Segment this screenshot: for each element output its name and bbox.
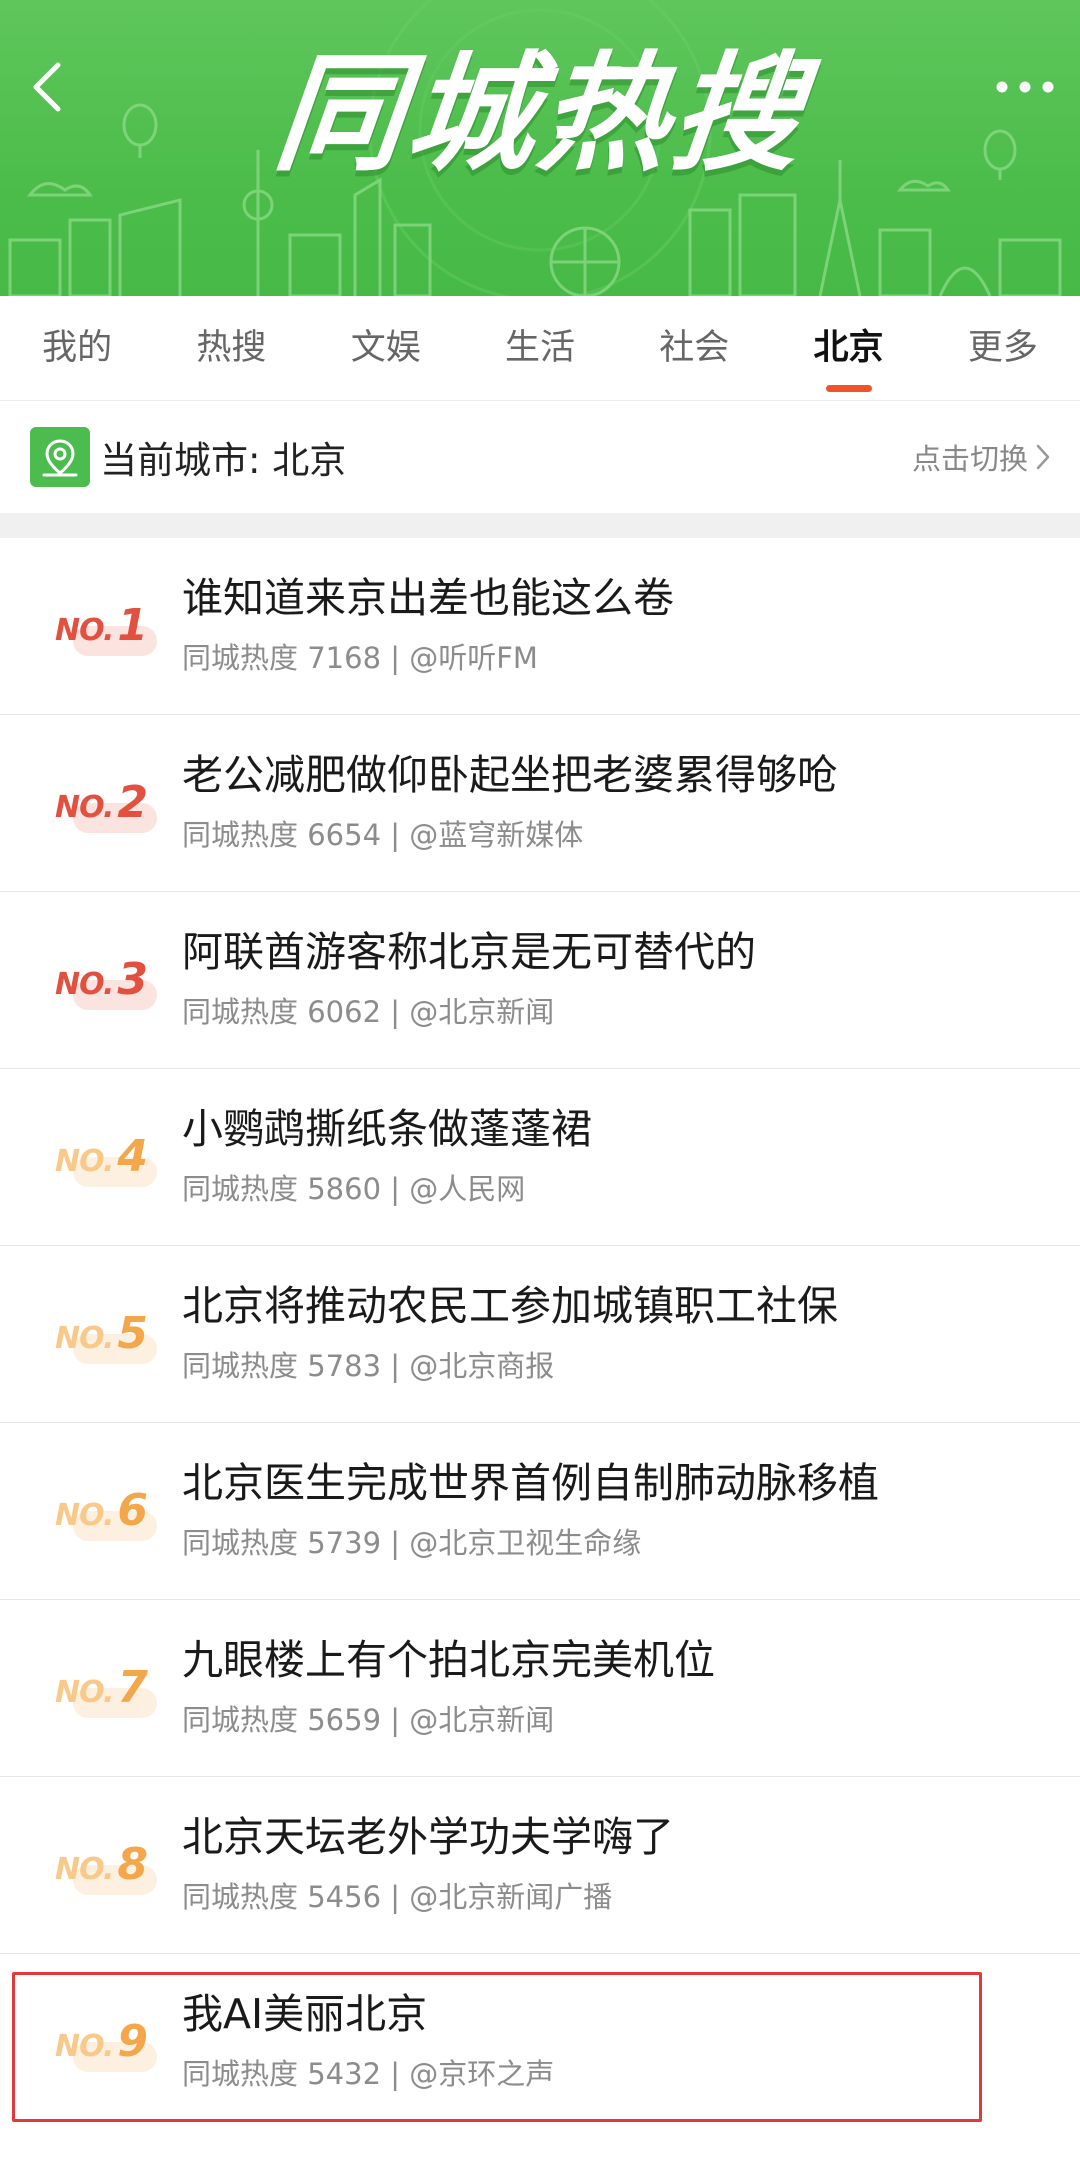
tab-entertainment[interactable]: 文娱 (309, 296, 463, 400)
item-title: 小鹦鹉撕纸条做蓬蓬裙 (182, 1105, 592, 1153)
list-item[interactable]: NO.3 阿联酋游客称北京是无可替代的 同城热度 6062 | @北京新闻 (0, 892, 1080, 1069)
tab-mine[interactable]: 我的 (0, 296, 154, 400)
list-item[interactable]: NO.1 谁知道来京出差也能这么卷 同城热度 7168 | @听听FM (0, 538, 1080, 715)
more-dots-icon (996, 81, 1054, 93)
category-tabs: 我的 热搜 文娱 生活 社会 北京 更多 (0, 296, 1080, 401)
rank-badge: NO.1 (55, 596, 157, 660)
more-button[interactable] (990, 62, 1060, 112)
item-title: 北京天坛老外学功夫学嗨了 (182, 1813, 674, 1861)
tab-hot[interactable]: 热搜 (154, 296, 308, 400)
item-title: 谁知道来京出差也能这么卷 (182, 574, 674, 622)
rank-badge: NO.4 (55, 1127, 157, 1191)
item-title: 九眼楼上有个拍北京完美机位 (182, 1636, 715, 1684)
rank-badge: NO.5 (55, 1304, 157, 1368)
tab-life[interactable]: 生活 (463, 296, 617, 400)
current-city-label: 当前城市: 北京 (100, 439, 347, 482)
location-pin-icon (30, 427, 90, 487)
current-city-bar: 当前城市: 北京 点击切换 (0, 401, 1080, 513)
list-item[interactable]: NO.8 北京天坛老外学功夫学嗨了 同城热度 5456 | @北京新闻广播 (0, 1777, 1080, 1954)
tab-society[interactable]: 社会 (617, 296, 771, 400)
chevron-right-icon (1036, 444, 1050, 470)
item-title: 北京将推动农民工参加城镇职工社保 (182, 1282, 838, 1330)
tab-more[interactable]: 更多 (926, 296, 1080, 400)
rank-badge: NO.2 (55, 773, 157, 837)
rank-badge: NO.3 (55, 950, 157, 1014)
switch-city-button[interactable]: 点击切换 (912, 401, 1050, 513)
item-title: 阿联酋游客称北京是无可替代的 (182, 928, 756, 976)
item-meta: 同城热度 5432 | @京环之声 (182, 2057, 555, 2091)
list-item[interactable]: NO.7 九眼楼上有个拍北京完美机位 同城热度 5659 | @北京新闻 (0, 1600, 1080, 1777)
rank-badge: NO.6 (55, 1481, 157, 1545)
header-banner: 同城热搜 (0, 0, 1080, 296)
item-meta: 同城热度 6062 | @北京新闻 (182, 995, 555, 1029)
tab-beijing[interactable]: 北京 (771, 296, 925, 400)
rank-badge: NO.8 (55, 1835, 157, 1899)
item-meta: 同城热度 5783 | @北京商报 (182, 1349, 555, 1383)
list-item[interactable]: NO.5 北京将推动农民工参加城镇职工社保 同城热度 5783 | @北京商报 (0, 1246, 1080, 1423)
item-title: 老公减肥做仰卧起坐把老婆累得够呛 (182, 751, 838, 799)
item-title: 我AI美丽北京 (182, 1990, 428, 2038)
list-item[interactable]: NO.6 北京医生完成世界首例自制肺动脉移植 同城热度 5739 | @北京卫视… (0, 1423, 1080, 1600)
switch-city-label: 点击切换 (911, 442, 1028, 476)
item-meta: 同城热度 5860 | @人民网 (182, 1172, 526, 1206)
item-meta: 同城热度 7168 | @听听FM (182, 641, 538, 675)
page-title: 同城热搜 (268, 40, 812, 189)
item-meta: 同城热度 5659 | @北京新闻 (182, 1703, 555, 1737)
list-item[interactable]: NO.9 我AI美丽北京 同城热度 5432 | @京环之声 (0, 1954, 1080, 2130)
rank-badge: NO.9 (55, 2012, 157, 2076)
hot-search-list: NO.1 谁知道来京出差也能这么卷 同城热度 7168 | @听听FM NO.2… (0, 538, 1080, 2130)
item-meta: 同城热度 6654 | @蓝穹新媒体 (182, 818, 584, 852)
list-item[interactable]: NO.4 小鹦鹉撕纸条做蓬蓬裙 同城热度 5860 | @人民网 (0, 1069, 1080, 1246)
item-meta: 同城热度 5456 | @北京新闻广播 (182, 1880, 613, 1914)
section-divider (0, 513, 1080, 538)
item-title: 北京医生完成世界首例自制肺动脉移植 (182, 1459, 879, 1507)
item-meta: 同城热度 5739 | @北京卫视生命缘 (182, 1526, 642, 1560)
rank-badge: NO.7 (55, 1658, 157, 1722)
list-item[interactable]: NO.2 老公减肥做仰卧起坐把老婆累得够呛 同城热度 6654 | @蓝穹新媒体 (0, 715, 1080, 892)
